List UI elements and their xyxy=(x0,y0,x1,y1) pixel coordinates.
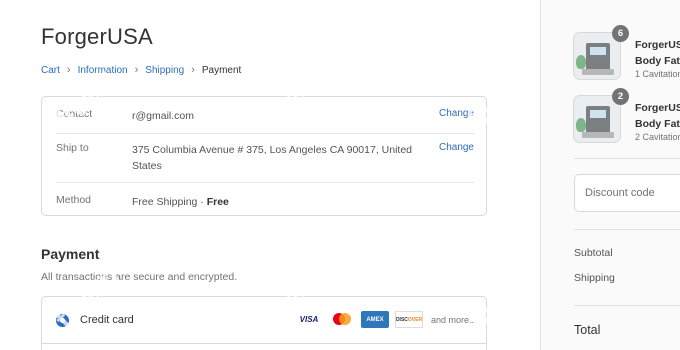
product-thumbnail: 2 xyxy=(573,88,629,143)
product-variant: 2 Cavitation xyxy=(635,132,680,142)
credit-card-option[interactable]: Credit card VISA AMEX DISC OVER and more.… xyxy=(42,297,486,344)
contact-label: Contact xyxy=(56,108,93,120)
amex-logo-icon: AMEX xyxy=(361,311,389,328)
breadcrumb-payment-current: Payment xyxy=(201,64,242,76)
order-line-item: 6 ForgerUS Body Fat 1 Cavitation xyxy=(573,25,680,82)
card-logos: VISA AMEX DISC OVER and more... xyxy=(295,311,477,328)
summary-divider xyxy=(574,229,680,230)
review-divider xyxy=(56,182,474,183)
checkout-main: ForgerUSA Cart › Information › Shipping … xyxy=(0,0,540,350)
total-label: Total xyxy=(574,323,601,337)
ship-to-label: Ship to xyxy=(56,142,89,154)
payment-heading: Payment xyxy=(41,246,100,262)
payment-subtitle: All transactions are secure and encrypte… xyxy=(41,271,238,283)
chevron-right-icon: › xyxy=(191,64,195,76)
change-contact-link[interactable]: Change xyxy=(439,108,474,119)
breadcrumb-cart-link[interactable]: Cart xyxy=(41,65,60,76)
and-more-text: and more... xyxy=(431,314,477,325)
method-name: Free Shipping · xyxy=(132,196,207,208)
method-value: Free Shipping · Free xyxy=(132,194,432,210)
chevron-right-icon: › xyxy=(66,64,71,76)
contact-value: r@gmail.com xyxy=(132,110,195,122)
discover-logo-icon: DISC OVER xyxy=(395,311,423,328)
shipping-label: Shipping xyxy=(574,272,615,284)
quantity-badge: 2 xyxy=(612,88,629,105)
visa-logo-icon: VISA xyxy=(299,315,319,324)
payment-methods-box: Credit card VISA AMEX DISC OVER and more.… xyxy=(41,296,487,350)
breadcrumb-shipping-link[interactable]: Shipping xyxy=(145,65,184,76)
method-price: Free xyxy=(206,196,229,208)
change-ship-to-link[interactable]: Change xyxy=(439,142,474,153)
credit-card-label: Credit card xyxy=(80,314,134,326)
radio-selected-icon[interactable] xyxy=(56,314,69,327)
order-line-item: 2 ForgerUS Body Fat 2 Cavitation xyxy=(573,88,680,145)
product-thumbnail: 6 xyxy=(573,25,629,80)
discount-code-input[interactable] xyxy=(574,174,680,212)
subtotal-label: Subtotal xyxy=(574,247,613,259)
breadcrumb-information-link[interactable]: Information xyxy=(78,65,128,76)
mastercard-logo-icon xyxy=(329,311,355,328)
ship-to-value: 375 Columbia Avenue # 375, Los Angeles C… xyxy=(132,144,413,172)
store-title[interactable]: ForgerUSA xyxy=(41,24,153,50)
order-review-box: Contact r@gmail.com Change Ship to 375 C… xyxy=(41,96,487,216)
chevron-right-icon: › xyxy=(134,64,139,76)
method-label: Method xyxy=(56,194,92,206)
summary-divider xyxy=(574,158,680,159)
product-name: ForgerUS Body Fat xyxy=(635,39,680,67)
product-variant: 1 Cavitation xyxy=(635,69,680,79)
quantity-badge: 6 xyxy=(612,25,629,42)
summary-divider xyxy=(574,305,680,306)
breadcrumb: Cart › Information › Shipping › Payment xyxy=(41,64,241,76)
product-name: ForgerUS Body Fat xyxy=(635,102,680,130)
order-summary-sidebar: 6 ForgerUS Body Fat 1 Cavitation 2 Forger… xyxy=(540,0,680,350)
review-divider xyxy=(56,133,474,134)
